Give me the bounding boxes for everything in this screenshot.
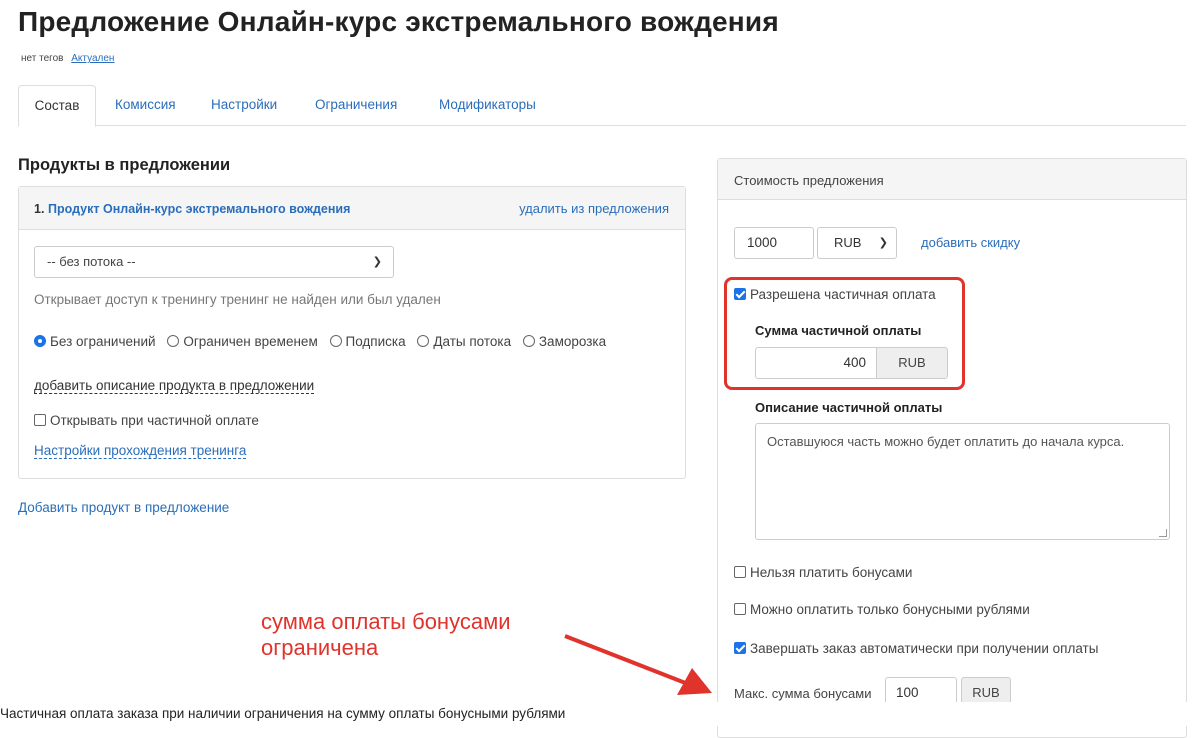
partial-desc-text: Оставшуюся часть можно будет оплатить до…	[767, 434, 1125, 449]
auto-complete-row[interactable]: Завершать заказ автоматически при получе…	[734, 641, 1098, 656]
checkbox-checked-icon[interactable]	[734, 642, 746, 654]
checkbox-icon[interactable]	[734, 603, 746, 615]
radio-label: Без ограничений	[50, 334, 156, 349]
max-bonus-label: Макс. сумма бонусами	[734, 686, 872, 701]
radio-icon	[522, 335, 535, 347]
access-note: Открывает доступ к тренингу тренинг не н…	[34, 292, 441, 307]
auto-complete-label: Завершать заказ автоматически при получе…	[750, 641, 1099, 656]
tab-commission[interactable]: Комиссия	[115, 85, 176, 126]
tab-settings[interactable]: Настройки	[211, 85, 277, 126]
offer-meta: нет тегов Актуален	[21, 53, 114, 64]
add-discount-link[interactable]: добавить скидку	[921, 235, 1020, 250]
tab-modifiers[interactable]: Модификаторы	[439, 85, 536, 126]
open-on-partial-row[interactable]: Открывать при частичной оплате	[34, 413, 259, 428]
stream-select[interactable]: -- без потока -- ❯	[34, 246, 394, 278]
radio-subscription[interactable]: Подписка	[329, 334, 406, 349]
stream-select-value: -- без потока --	[47, 254, 136, 269]
no-bonus-label: Нельзя платить бонусами	[750, 565, 913, 580]
only-bonus-label: Можно оплатить только бонусными рублями	[750, 602, 1030, 617]
price-panel-header: Стоимость предложения	[718, 159, 1186, 200]
radio-icon	[329, 335, 342, 347]
chevron-down-icon: ❯	[878, 237, 888, 249]
training-settings-link[interactable]: Настройки прохождения тренинга	[34, 443, 247, 459]
product-link[interactable]: Продукт Онлайн-курс экстремального вожде…	[48, 202, 350, 216]
radio-label: Заморозка	[538, 334, 607, 349]
radio-selected-icon	[34, 335, 46, 347]
radio-no-limits[interactable]: Без ограничений	[34, 334, 156, 349]
products-section-title: Продукты в предложении	[18, 156, 231, 174]
partial-desc-textarea[interactable]: Оставшуюся часть можно будет оплатить до…	[755, 423, 1170, 540]
screenshot-caption: Частичная оплата заказа при наличии огра…	[0, 702, 1193, 726]
radio-freeze[interactable]: Заморозка	[522, 334, 607, 349]
arrow-shaft	[564, 634, 689, 686]
radio-icon	[167, 335, 180, 347]
price-panel: Стоимость предложения 1000 RUB ❯ добавит…	[717, 158, 1187, 738]
only-bonus-row[interactable]: Можно оплатить только бонусными рублями	[734, 602, 1030, 617]
annotation-text: сумма оплаты бонусами ограничена	[261, 609, 510, 661]
no-bonus-row[interactable]: Нельзя платить бонусами	[734, 565, 912, 580]
add-product-link[interactable]: Добавить продукт в предложение	[18, 500, 229, 515]
status-link[interactable]: Актуален	[71, 53, 114, 64]
checkbox-icon[interactable]	[734, 566, 746, 578]
product-card-header: 1. Продукт Онлайн-курс экстремального во…	[19, 187, 685, 230]
radio-icon	[417, 335, 430, 347]
resize-handle-icon[interactable]	[1159, 529, 1167, 537]
currency-select[interactable]: RUB ❯	[817, 227, 897, 259]
open-on-partial-label: Открывать при частичной оплате	[50, 413, 259, 428]
radio-stream-dates[interactable]: Даты потока	[417, 334, 511, 349]
remove-product-link[interactable]: удалить из предложения	[519, 201, 669, 216]
annotation-line-1: сумма оплаты бонусами	[261, 609, 511, 634]
radio-time-limited[interactable]: Ограничен временем	[167, 334, 318, 349]
highlight-frame	[724, 277, 965, 390]
annotation-line-2: ограничена	[261, 635, 379, 660]
checkbox-icon[interactable]	[34, 414, 46, 426]
product-number: 1.	[34, 202, 45, 216]
product-card: 1. Продукт Онлайн-курс экстремального во…	[18, 186, 686, 479]
radio-label: Подписка	[345, 334, 406, 349]
partial-desc-label: Описание частичной оплаты	[755, 400, 943, 415]
radio-label: Ограничен временем	[183, 334, 318, 349]
page-title: Предложение Онлайн-курс экстремального в…	[18, 6, 779, 37]
add-description-link[interactable]: добавить описание продукта в предложении	[34, 378, 315, 394]
limit-options: Без ограничений Ограничен временем Подпи…	[34, 334, 614, 349]
currency-value: RUB	[834, 235, 862, 250]
tab-composition[interactable]: Состав	[18, 85, 96, 127]
tags-label: нет тегов	[21, 53, 64, 64]
arrow-head-icon	[677, 668, 712, 695]
radio-label: Даты потока	[433, 334, 512, 349]
chevron-down-icon: ❯	[372, 256, 382, 268]
tab-bar: Состав Комиссия Настройки Ограничения Мо…	[18, 85, 1186, 127]
tab-restrictions[interactable]: Ограничения	[315, 85, 397, 126]
price-input[interactable]: 1000	[734, 227, 814, 259]
